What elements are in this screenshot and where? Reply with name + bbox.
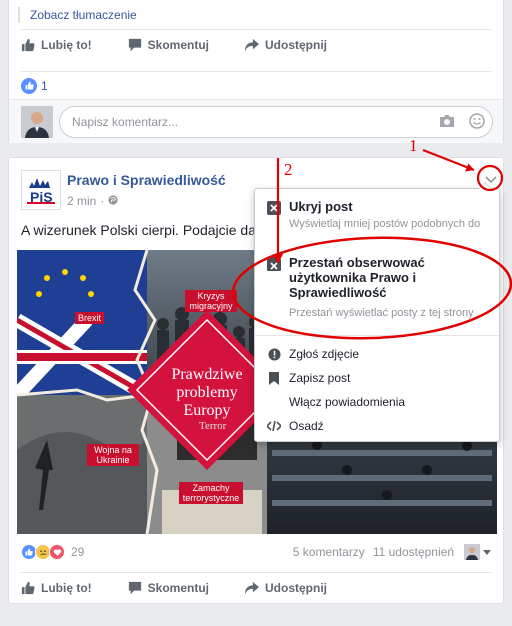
hide-post-subtitle: Wyświetlaj mniej postów podobnych do teg… xyxy=(289,218,481,230)
comment-icon xyxy=(128,581,142,595)
comment-button[interactable]: Skomentuj xyxy=(128,581,209,595)
post-stats: 29 5 komentarzy 11 udostępnień xyxy=(21,542,491,562)
embed-label: Osadź xyxy=(289,419,324,433)
report-photo-label: Zgłoś zdjęcie xyxy=(289,347,360,361)
comment-icon xyxy=(128,38,142,52)
menu-divider xyxy=(255,335,499,336)
share-arrow-icon xyxy=(245,38,259,52)
report-icon xyxy=(267,347,281,361)
comment-button[interactable]: Skomentuj xyxy=(128,38,209,52)
shares-count[interactable]: 11 udostępnień xyxy=(373,545,454,559)
thumbs-up-icon xyxy=(21,581,35,595)
reaction-count: 1 xyxy=(41,78,48,93)
comments-count[interactable]: 5 komentarzy xyxy=(293,545,365,559)
like-label: Lubię to! xyxy=(41,37,92,52)
image-tag-terror-attacks: Zamachy terrorystyczne xyxy=(179,482,243,504)
comment-input[interactable] xyxy=(59,106,493,138)
love-reaction-icon xyxy=(49,544,65,560)
menu-item-embed[interactable]: Osadź xyxy=(267,416,487,436)
like-button[interactable]: Lubię to! xyxy=(21,581,92,595)
notifications-label: Włącz powiadomienia xyxy=(289,395,406,409)
post-actions-bar: Lubię to! Skomentuj Udostępnij xyxy=(21,29,491,59)
share-arrow-icon xyxy=(245,581,259,595)
share-button[interactable]: Udostępnij xyxy=(245,38,327,52)
post-meta: 2 min · xyxy=(67,194,118,208)
post-as-avatar[interactable] xyxy=(464,544,480,560)
like-reaction-icon xyxy=(21,77,37,94)
post-time[interactable]: 2 min xyxy=(67,194,96,208)
image-tag-ukraine: Wojna na Ukrainie xyxy=(87,444,139,466)
comment-label: Skomentuj xyxy=(147,580,209,595)
image-tag-terror: Terror xyxy=(199,420,227,432)
menu-item-unfollow[interactable]: Przestań obserwować użytkownika Prawo i … xyxy=(267,255,487,325)
reactions-summary[interactable]: 1 xyxy=(21,71,491,99)
thumbs-up-icon xyxy=(21,38,35,52)
unfollow-title: Przestań obserwować użytkownika Prawo i … xyxy=(289,255,425,300)
share-label: Udostępnij xyxy=(265,37,327,52)
menu-item-hide-post[interactable]: Ukryj post Wyświetlaj mniej postów podob… xyxy=(267,199,487,239)
post-options-menu: Ukryj post Wyświetlaj mniej postów podob… xyxy=(254,182,500,442)
emoji-icon[interactable] xyxy=(469,113,485,132)
image-center-label: Prawdziwe problemy Europy xyxy=(171,366,243,419)
menu-item-report-photo[interactable]: Zgłoś zdjęcie xyxy=(267,344,487,364)
post-text: A wizerunek Polski cierpi. Podajcie da xyxy=(21,222,257,238)
hide-post-icon xyxy=(267,201,281,218)
unfollow-icon xyxy=(267,257,281,274)
share-label: Udostępnij xyxy=(265,580,327,595)
page-avatar[interactable]: PiS xyxy=(21,170,61,210)
like-button[interactable]: Lubię to! xyxy=(21,38,92,52)
camera-icon[interactable] xyxy=(439,114,455,131)
comment-label: Skomentuj xyxy=(147,37,209,52)
post-actions-bar: Lubię to! Skomentuj Udostępnij xyxy=(21,572,491,602)
user-avatar xyxy=(21,106,53,138)
logo-text: PiS xyxy=(30,189,53,205)
globe-icon xyxy=(108,194,118,208)
save-post-label: Zapisz post xyxy=(289,371,351,385)
bookmark-icon xyxy=(267,371,281,385)
like-label: Lubię to! xyxy=(41,580,92,595)
annotation-number-1: 1 xyxy=(409,136,418,155)
hide-post-title: Ukryj post xyxy=(289,199,353,214)
unfollow-subtitle: Przestań wyświetlać posty z tej strony xyxy=(289,307,474,319)
comment-composer xyxy=(9,99,503,143)
post-card-previous: Zobacz tłumaczenie Lubię to! Skomentuj U… xyxy=(8,0,504,143)
see-translation-link[interactable]: Zobacz tłumaczenie xyxy=(18,7,318,23)
embed-code-icon xyxy=(267,420,281,432)
image-tag-brexit: Brexit xyxy=(75,312,105,324)
menu-item-save-post[interactable]: Zapisz post xyxy=(267,368,487,388)
image-tag-migration: Kryzys migracyjny xyxy=(185,290,237,312)
reaction-count[interactable]: 29 xyxy=(71,545,84,559)
menu-item-notifications[interactable]: Włącz powiadomienia xyxy=(267,392,487,412)
annotation-number-2: 2 xyxy=(284,160,293,179)
caret-down-icon[interactable] xyxy=(483,545,491,559)
share-button[interactable]: Udostępnij xyxy=(245,581,327,595)
page-name-link[interactable]: Prawo i Sprawiedliwość xyxy=(67,172,226,188)
